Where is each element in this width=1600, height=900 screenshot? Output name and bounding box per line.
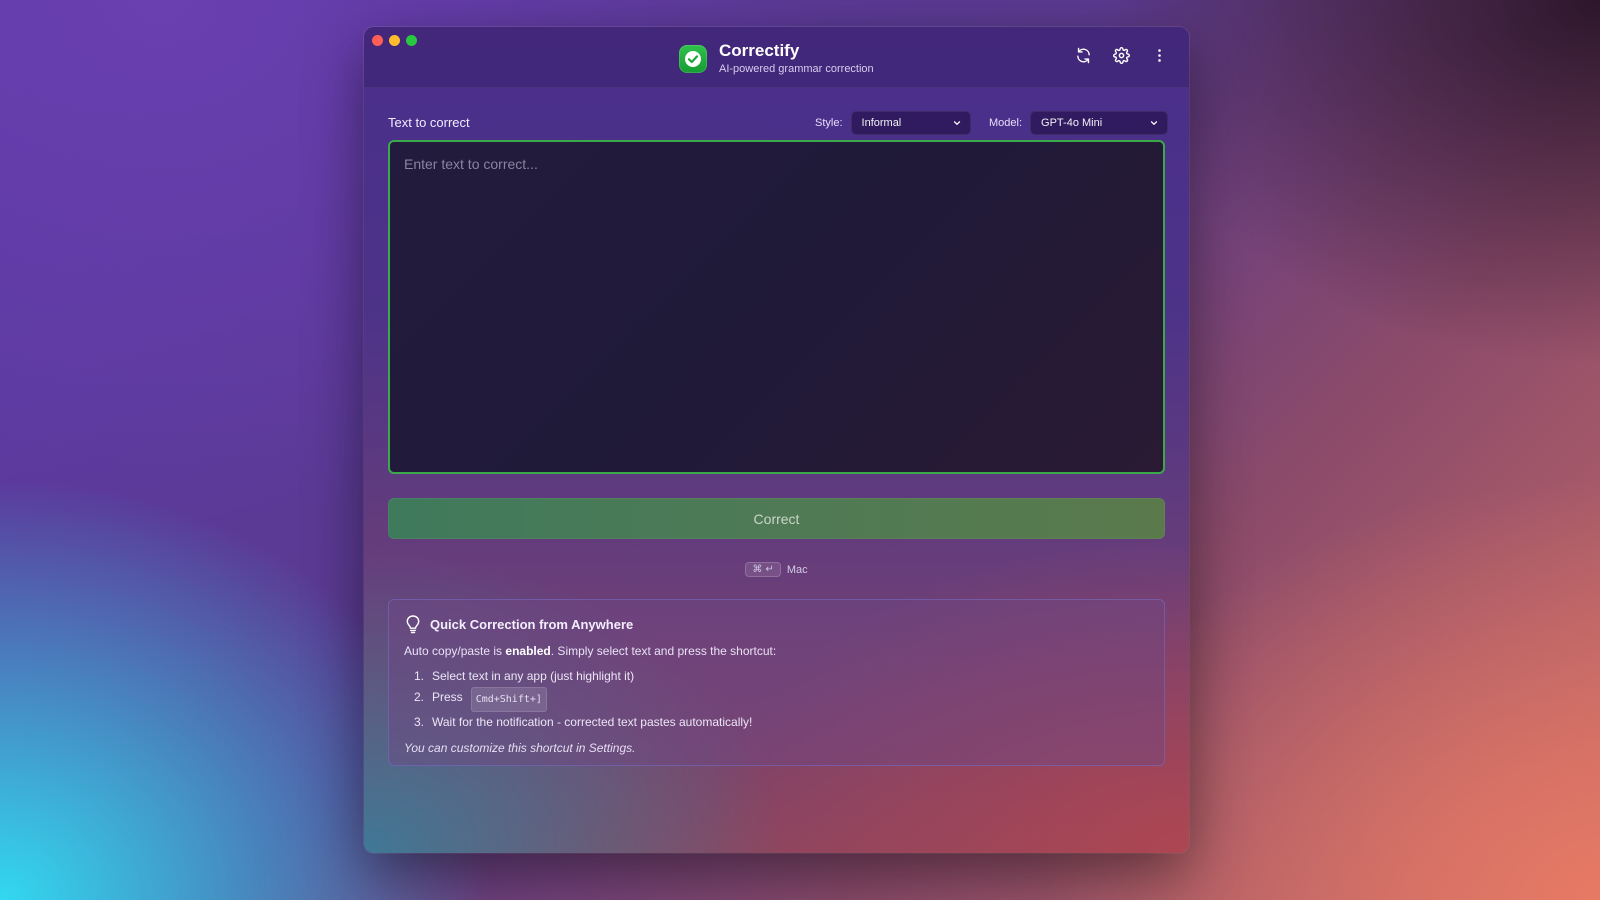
style-label: Style: [815, 117, 843, 129]
toolbar [1073, 45, 1169, 65]
title-bar: Correctify AI-powered grammar correction [364, 27, 1189, 88]
model-select[interactable]: GPT-4o Mini [1030, 111, 1169, 135]
section-label: Text to correct [388, 115, 470, 130]
text-input[interactable] [390, 142, 1163, 472]
list-item: 3. Wait for the notification - corrected… [404, 712, 1149, 733]
app-subtitle: AI-powered grammar correction [719, 63, 874, 75]
chevron-down-icon [953, 121, 960, 125]
info-note: You can customize this shortcut in Setti… [404, 741, 636, 755]
step-number: 2. [413, 690, 424, 704]
style-control: Style: Informal [815, 111, 971, 135]
info-desc-status: enabled [505, 644, 551, 658]
maximize-window-button[interactable] [406, 35, 417, 46]
step-text: Wait for the notification - corrected te… [432, 715, 753, 729]
info-title: Quick Correction from Anywhere [430, 616, 634, 632]
more-vertical-icon[interactable] [1149, 45, 1169, 65]
checkmark-icon [679, 44, 707, 73]
text-input-container [388, 140, 1165, 474]
info-card: Quick Correction from Anywhere Auto copy… [388, 599, 1165, 766]
shortcut-code: Cmd+Shift+] [470, 687, 547, 712]
step-number: 3. [413, 715, 424, 729]
model-value: GPT-4o Mini [1041, 117, 1103, 129]
style-value: Informal [861, 117, 902, 129]
correct-button[interactable]: Correct [388, 498, 1165, 539]
shortcut-keys: ⌘ ↵ [745, 562, 781, 577]
steps-list: 1. Select text in any app (just highligh… [404, 666, 1149, 733]
close-window-button[interactable] [372, 35, 383, 46]
shortcut-platform: Mac [786, 563, 808, 576]
info-desc-suffix: . Simply select text and press the short… [550, 644, 777, 658]
step-number: 1. [413, 669, 424, 683]
shortcut-hint: ⌘ ↵ Mac [388, 562, 1165, 577]
model-control: Model: GPT-4o Mini [989, 111, 1169, 135]
app-title: Correctify [719, 41, 800, 60]
info-desc-prefix: Auto copy/paste is [404, 644, 503, 658]
app-window: Correctify AI-powered grammar correction [364, 27, 1189, 853]
list-item: 1. Select text in any app (just highligh… [404, 666, 1149, 687]
gear-icon[interactable] [1111, 45, 1131, 65]
step-text: Press [432, 690, 463, 704]
style-select[interactable]: Informal [850, 111, 971, 135]
chevron-down-icon [1150, 121, 1158, 125]
info-description: Auto copy/paste is enabled. Simply selec… [404, 644, 1149, 658]
model-label: Model: [989, 117, 1023, 129]
minimize-window-button[interactable] [389, 35, 400, 46]
lightbulb-icon [406, 615, 420, 634]
step-text: Select text in any app (just highlight i… [432, 669, 635, 683]
window-controls [372, 35, 417, 46]
app-brand: Correctify AI-powered grammar correction [679, 41, 874, 76]
list-item: 2. Press Cmd+Shift+] [404, 687, 1149, 712]
main-content: Text to correct Style: Informal Model: G… [388, 111, 1169, 766]
refresh-icon[interactable] [1073, 45, 1093, 65]
controls-row: Text to correct Style: Informal Model: G… [388, 111, 1169, 135]
